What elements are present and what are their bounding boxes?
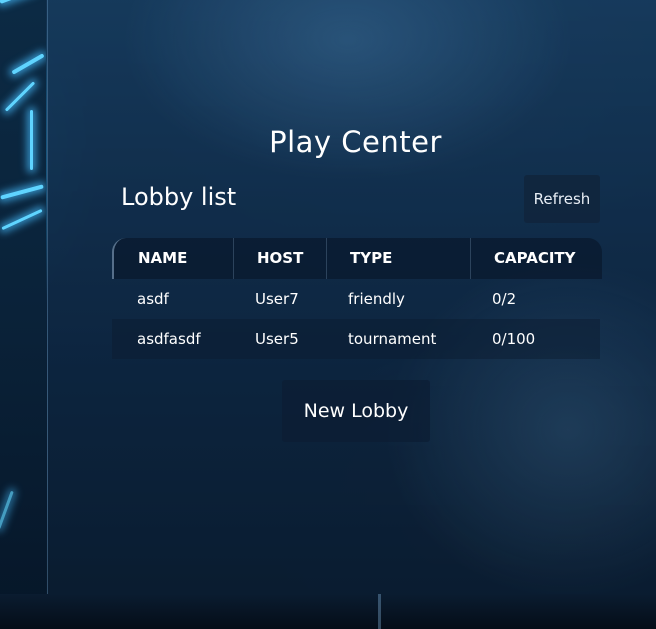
cell-name: asdfasdf bbox=[137, 330, 201, 348]
background-art-left bbox=[0, 0, 46, 629]
cell-capacity: 0/100 bbox=[492, 330, 536, 348]
cell-host: User7 bbox=[255, 290, 299, 308]
cell-type: friendly bbox=[348, 290, 405, 308]
cell-capacity: 0/2 bbox=[492, 290, 517, 308]
table-row[interactable]: asdf User7 friendly 0/2 bbox=[112, 279, 600, 319]
cell-type: tournament bbox=[348, 330, 437, 348]
cell-name: asdf bbox=[137, 290, 169, 308]
refresh-button[interactable]: Refresh bbox=[524, 175, 600, 223]
table-header-row: NAME HOST TYPE CAPACITY bbox=[112, 238, 602, 279]
column-header-host[interactable]: HOST bbox=[257, 238, 303, 279]
new-lobby-button[interactable]: New Lobby bbox=[282, 380, 430, 442]
lobby-list-heading: Lobby list bbox=[121, 183, 237, 211]
column-header-capacity[interactable]: CAPACITY bbox=[494, 238, 576, 279]
table-row[interactable]: asdfasdf User5 tournament 0/100 bbox=[112, 319, 600, 359]
column-header-name[interactable]: NAME bbox=[138, 238, 187, 279]
background-art-bottom bbox=[0, 594, 656, 629]
cell-host: User5 bbox=[255, 330, 299, 348]
page-title: Play Center bbox=[269, 125, 442, 159]
column-header-type[interactable]: TYPE bbox=[350, 238, 392, 279]
